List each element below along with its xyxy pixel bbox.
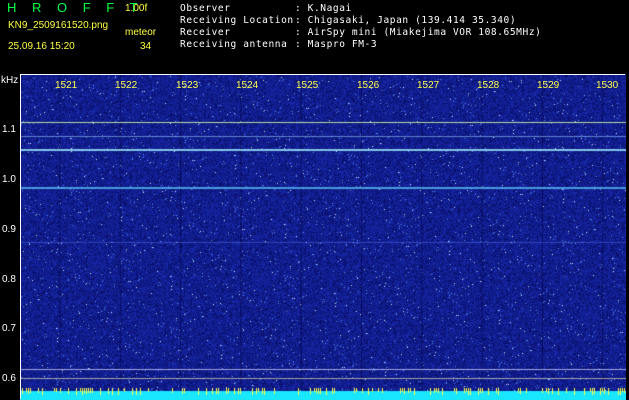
mode-label: meteor — [125, 27, 157, 38]
antenna-value: : Maspro FM-3 — [295, 39, 378, 50]
x-tick-label: 1523 — [176, 80, 199, 91]
y-tick-label: 0.6 — [2, 373, 16, 384]
app-version: 1.00f — [125, 3, 148, 14]
x-tick-label: 1524 — [236, 80, 259, 91]
x-tick-label: 1528 — [477, 80, 500, 91]
x-tick-label: 1530 — [596, 80, 619, 91]
y-tick-label: 0.9 — [2, 224, 16, 235]
y-tick-label: 0.8 — [2, 274, 16, 285]
receiver-label: Receiver — [180, 27, 231, 38]
observer-label: Observer — [180, 3, 231, 14]
location-value: : Chigasaki, Japan (139.414 35.340) — [295, 15, 517, 26]
x-tick-label: 1521 — [55, 80, 78, 91]
filename-label: KN9_2509161520.png — [8, 20, 109, 31]
observer-value: : K.Nagai — [295, 3, 352, 14]
y-axis-unit: kHz — [1, 75, 19, 86]
x-tick-label: 1522 — [115, 80, 138, 91]
y-tick-label: 0.7 — [2, 323, 16, 334]
x-tick-label: 1529 — [537, 80, 560, 91]
x-tick-label: 1526 — [357, 80, 380, 91]
antenna-label: Receiving antenna — [180, 39, 288, 50]
waterfall-spectrogram — [20, 74, 626, 400]
x-tick-label: 1525 — [296, 80, 319, 91]
receiver-value: : AirSpy mini (Miakejima VOR 108.65MHz) — [295, 27, 542, 38]
location-label: Receiving Location — [180, 15, 294, 26]
x-tick-label: 1527 — [417, 80, 440, 91]
y-tick-label: 1.1 — [2, 124, 16, 135]
y-tick-label: 1.0 — [2, 174, 16, 185]
datetime-label: 25.09.16 15:20 — [8, 41, 75, 52]
app-brand: H R O F F T — [7, 0, 144, 15]
hrofft-screen: H R O F F T 1.00f KN9_2509161520.png met… — [0, 0, 629, 400]
detection-count: 34 — [140, 41, 152, 52]
